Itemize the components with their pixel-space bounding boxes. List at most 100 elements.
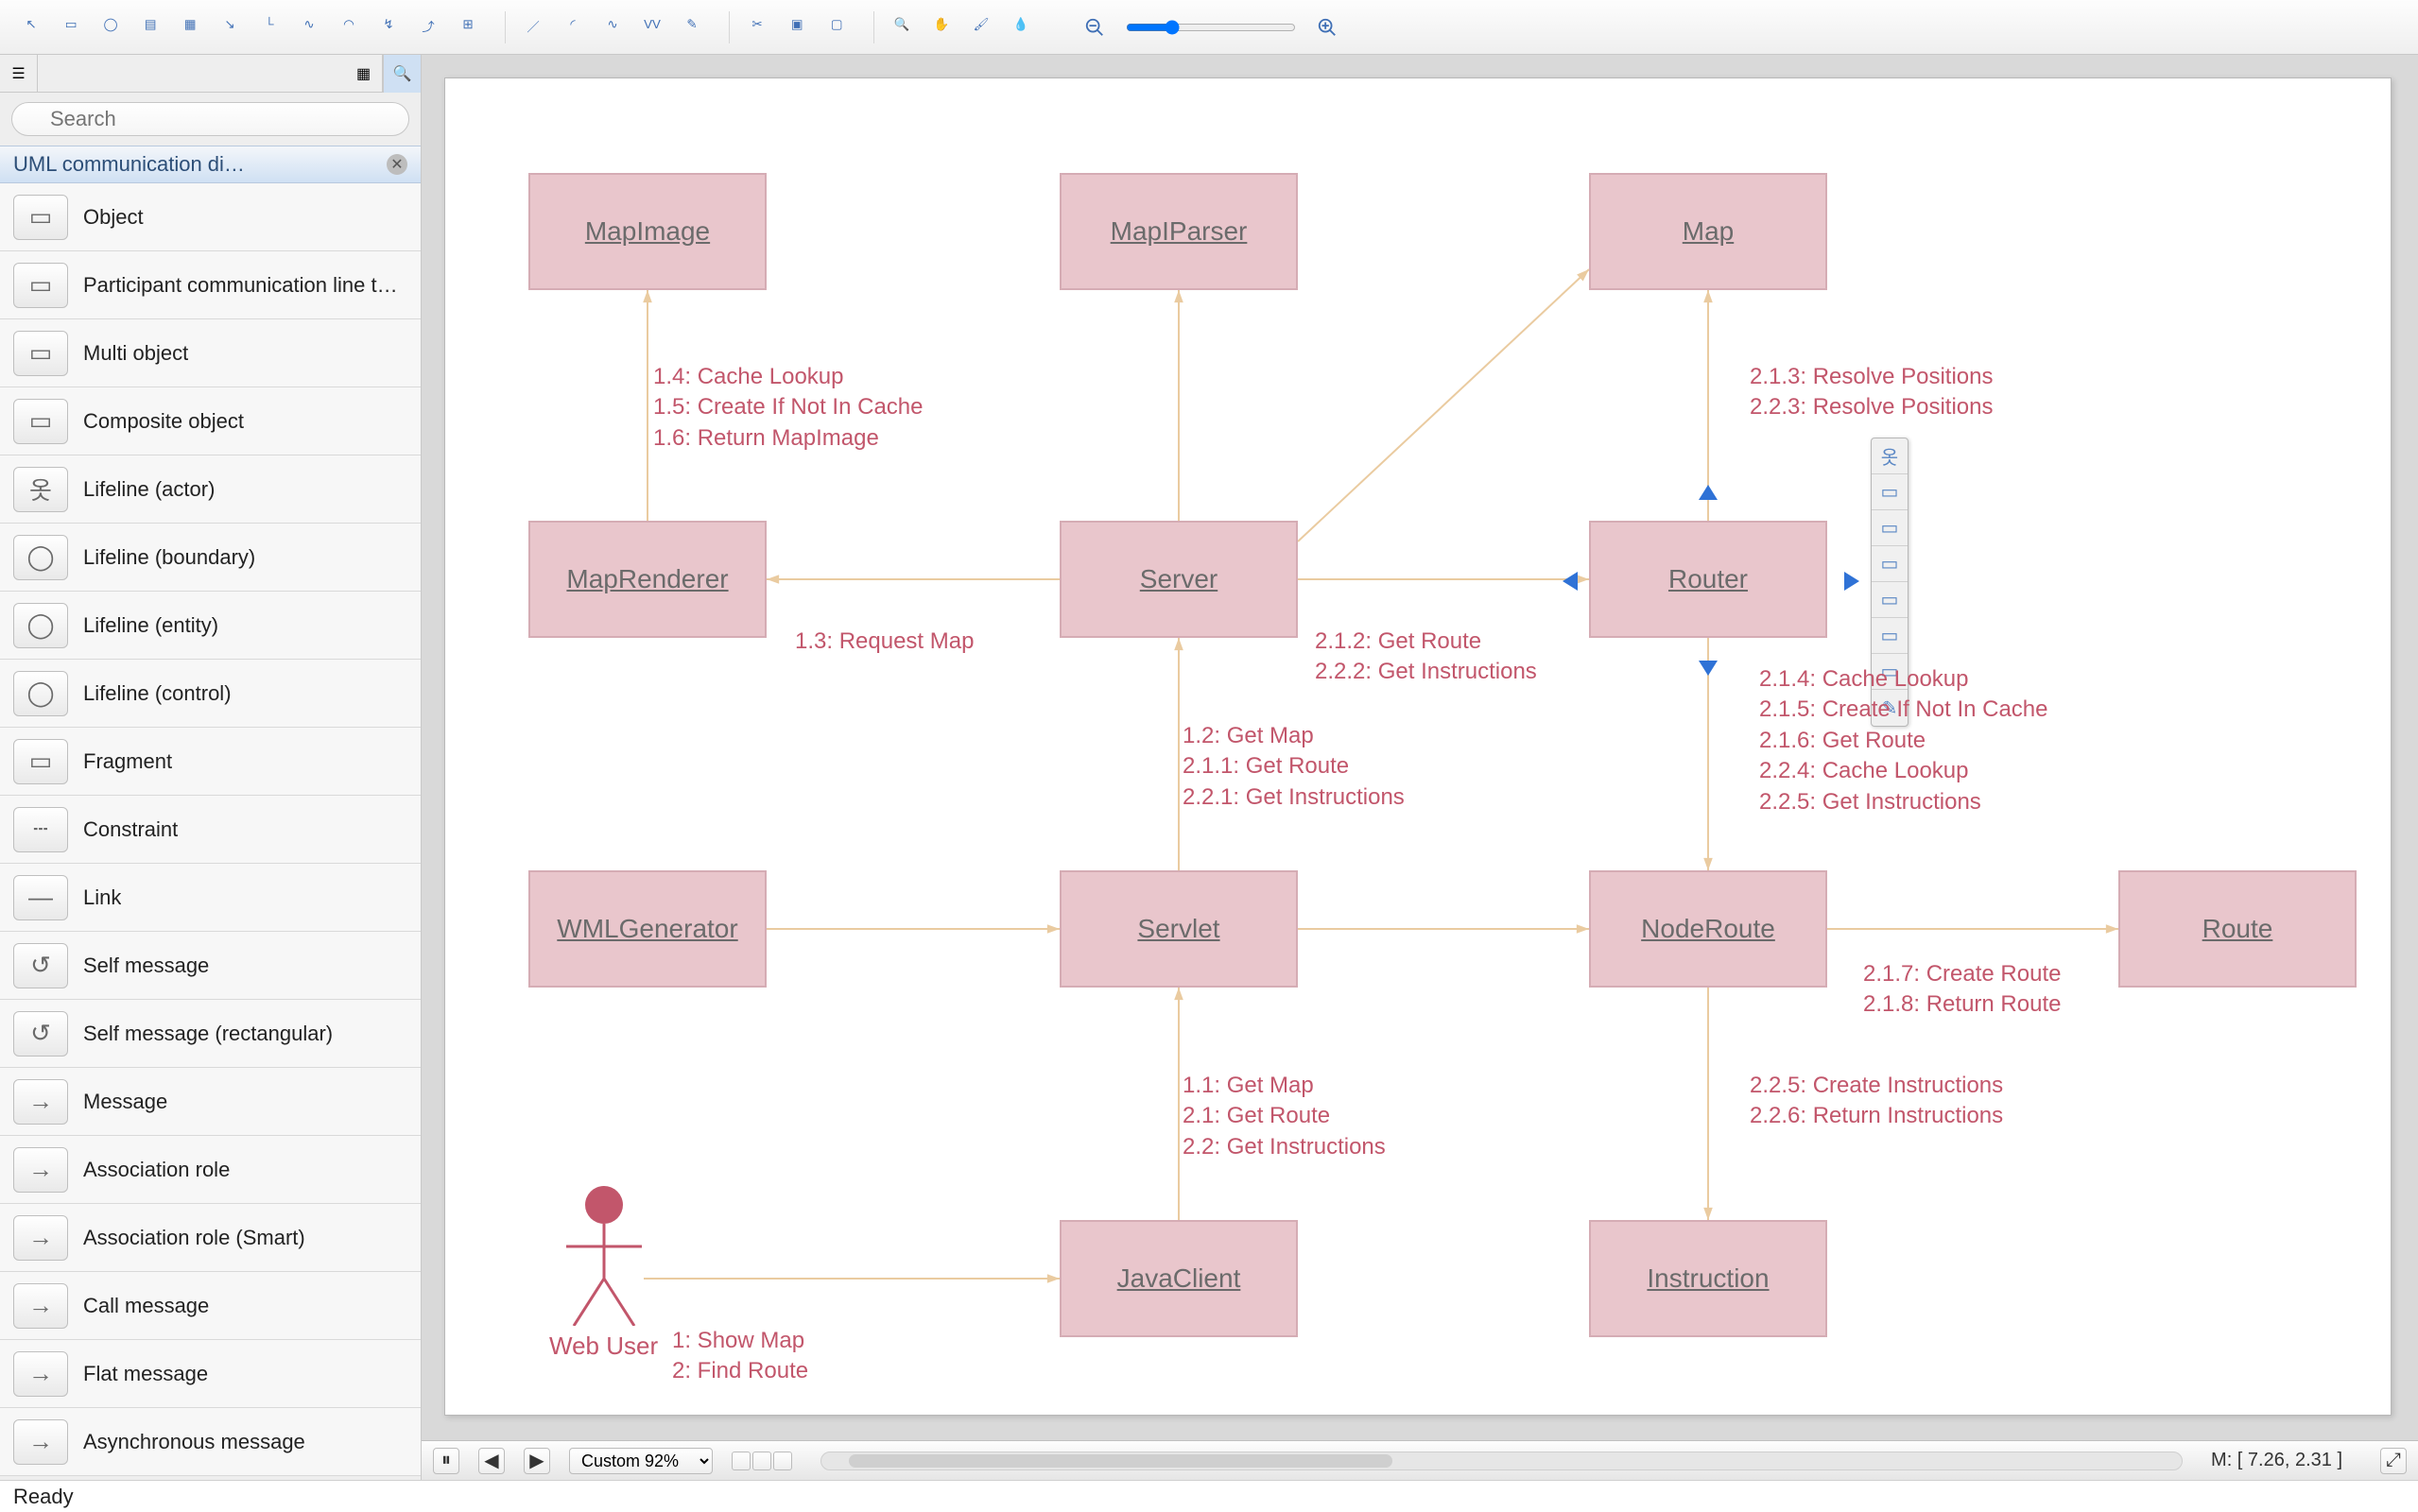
format-painter-icon[interactable]: 🖌 (963, 11, 999, 43)
zoom-slider[interactable] (1126, 20, 1296, 35)
mini-object-icon[interactable]: ▭ (1872, 474, 1908, 510)
connector-arc-icon[interactable]: ◠ (331, 11, 367, 43)
connector-round-icon[interactable]: ⤴ (410, 11, 446, 43)
palette-thumb-icon: ◯ (13, 535, 68, 580)
palette-item-5[interactable]: ◯Lifeline (boundary) (0, 524, 421, 592)
node-noderoute[interactable]: NodeRoute (1589, 870, 1827, 988)
polyline-icon[interactable]: VV (634, 11, 670, 43)
palette-item-label: Self message (83, 954, 209, 978)
mini-composite-icon[interactable]: ▭ (1872, 546, 1908, 582)
palette-item-11[interactable]: ↺Self message (0, 932, 421, 1000)
selection-handle-left[interactable] (1563, 572, 1578, 591)
crop-page-icon[interactable]: ▢ (819, 11, 855, 43)
view-mode-icons[interactable] (732, 1452, 792, 1470)
node-wmlgenerator[interactable]: WMLGenerator (528, 870, 767, 988)
palette-item-18[interactable]: →Asynchronous message (0, 1408, 421, 1476)
palette-thumb-icon: ┄ (13, 807, 68, 852)
connector-right-angle-icon[interactable]: └ (251, 11, 287, 43)
eyedropper-icon[interactable]: 💧 (1003, 11, 1039, 43)
palette-item-14[interactable]: →Association role (0, 1136, 421, 1204)
spline-icon[interactable]: ∿ (595, 11, 630, 43)
crop-icon[interactable]: ✂ (739, 11, 775, 43)
node-mapimage[interactable]: MapImage (528, 173, 767, 290)
palette-list: ▭Object▭Participant communication line t… (0, 183, 421, 1480)
next-page-icon[interactable]: ▶ (524, 1448, 550, 1474)
prev-page-icon[interactable]: ◀ (478, 1448, 505, 1474)
palette-item-10[interactable]: —Link (0, 864, 421, 932)
message-m_nr_route: 2.1.7: Create Route2.1.8: Return Route (1863, 959, 2061, 1021)
connector-icon[interactable]: ↘ (212, 11, 248, 43)
status-ready-label: Ready (13, 1485, 74, 1509)
palette-item-label: Lifeline (control) (83, 681, 232, 706)
connector-bezier-icon[interactable]: ∿ (291, 11, 327, 43)
palette-item-17[interactable]: →Flat message (0, 1340, 421, 1408)
palette-item-0[interactable]: ▭Object (0, 183, 421, 251)
zoom-controls (1058, 11, 1364, 43)
node-mapiparser[interactable]: MapIParser (1060, 173, 1298, 290)
freehand-icon[interactable]: ✎ (674, 11, 710, 43)
selection-handle-down[interactable] (1699, 661, 1718, 676)
palette-item-15[interactable]: →Association role (Smart) (0, 1204, 421, 1272)
outline-view-icon[interactable]: ☰ (0, 55, 38, 93)
horizontal-scrollbar[interactable] (820, 1452, 2183, 1470)
mini-multiobject-icon[interactable]: ▭ (1872, 510, 1908, 546)
mini-actor-icon[interactable]: 옷 (1872, 438, 1908, 474)
selection-handle-up[interactable] (1699, 485, 1718, 500)
mini-constraint-icon[interactable]: ▭ (1872, 618, 1908, 654)
palette-title-bar[interactable]: UML communication di… ✕ (0, 146, 421, 183)
palette-item-3[interactable]: ▭Composite object (0, 387, 421, 455)
canvas-scroll[interactable]: Web User 옷 ▭ ▭ ▭ ▭ ▭ ▭ ✎ (422, 55, 2418, 1440)
palette-item-label: Flat message (83, 1362, 208, 1386)
node-instruction[interactable]: Instruction (1589, 1220, 1827, 1337)
ellipse-icon[interactable]: ◯ (93, 11, 129, 43)
zoom-in-icon[interactable] (1309, 11, 1345, 43)
palette-item-2[interactable]: ▭Multi object (0, 319, 421, 387)
palette-item-12[interactable]: ↺Self message (rectangular) (0, 1000, 421, 1068)
node-map[interactable]: Map (1589, 173, 1827, 290)
node-javaclient[interactable]: JavaClient (1060, 1220, 1298, 1337)
table-icon[interactable]: ▦ (172, 11, 208, 43)
zoom-in-icon[interactable]: 🔍 (884, 11, 920, 43)
palette-item-9[interactable]: ┄Constraint (0, 796, 421, 864)
palette-item-label: Call message (83, 1294, 209, 1318)
node-router[interactable]: Router (1589, 521, 1827, 638)
palette-item-8[interactable]: ▭Fragment (0, 728, 421, 796)
zoom-out-icon[interactable] (1077, 11, 1113, 43)
palette-item-label: Self message (rectangular) (83, 1022, 333, 1046)
node-servlet[interactable]: Servlet (1060, 870, 1298, 988)
palette-item-4[interactable]: 옷 Lifeline (actor) (0, 455, 421, 524)
search-input[interactable] (11, 102, 409, 136)
selection-handle-right[interactable] (1844, 572, 1859, 591)
palette-item-label: Association role (Smart) (83, 1226, 305, 1250)
insert-shape-icon[interactable]: ⊞ (450, 11, 486, 43)
grid-view-icon[interactable]: ▦ (345, 55, 383, 93)
zoom-select[interactable]: Custom 92% (569, 1448, 713, 1474)
palette-item-6[interactable]: ◯Lifeline (entity) (0, 592, 421, 660)
palette-item-13[interactable]: →Message (0, 1068, 421, 1136)
node-server[interactable]: Server (1060, 521, 1298, 638)
mini-fragment-icon[interactable]: ▭ (1872, 582, 1908, 618)
palette-item-16[interactable]: →Call message (0, 1272, 421, 1340)
fit-page-icon[interactable]: ⤢ (2380, 1448, 2407, 1474)
mouse-position: M: [ 7.26, 2.31 ] (2211, 1450, 2342, 1471)
rectangle-icon[interactable]: ▭ (53, 11, 89, 43)
close-palette-icon[interactable]: ✕ (387, 154, 407, 175)
diagram-page[interactable]: Web User 옷 ▭ ▭ ▭ ▭ ▭ ▭ ✎ (444, 77, 2392, 1416)
palette-item-7[interactable]: ◯Lifeline (control) (0, 660, 421, 728)
palette-thumb-icon: 옷 (13, 467, 68, 512)
palette-item-1[interactable]: ▭Participant communication line t… (0, 251, 421, 319)
connector-smart-icon[interactable]: ↯ (371, 11, 406, 43)
pointer-icon[interactable]: ↖ (13, 11, 49, 43)
node-route[interactable]: Route (2118, 870, 2357, 988)
actor-web-user[interactable]: Web User (549, 1184, 658, 1361)
pause-pages-icon[interactable]: ⏸ (433, 1448, 459, 1474)
line-icon[interactable]: ／ (515, 11, 551, 43)
pan-icon[interactable]: ✋ (924, 11, 959, 43)
palette-search-icon[interactable]: 🔍 (383, 55, 421, 93)
arc-icon[interactable]: ◜ (555, 11, 591, 43)
crop-image-icon[interactable]: ▣ (779, 11, 815, 43)
palette-item-label: Lifeline (actor) (83, 477, 215, 502)
textbox-icon[interactable]: ▤ (132, 11, 168, 43)
node-maprenderer[interactable]: MapRenderer (528, 521, 767, 638)
palette-item-label: Composite object (83, 409, 244, 434)
